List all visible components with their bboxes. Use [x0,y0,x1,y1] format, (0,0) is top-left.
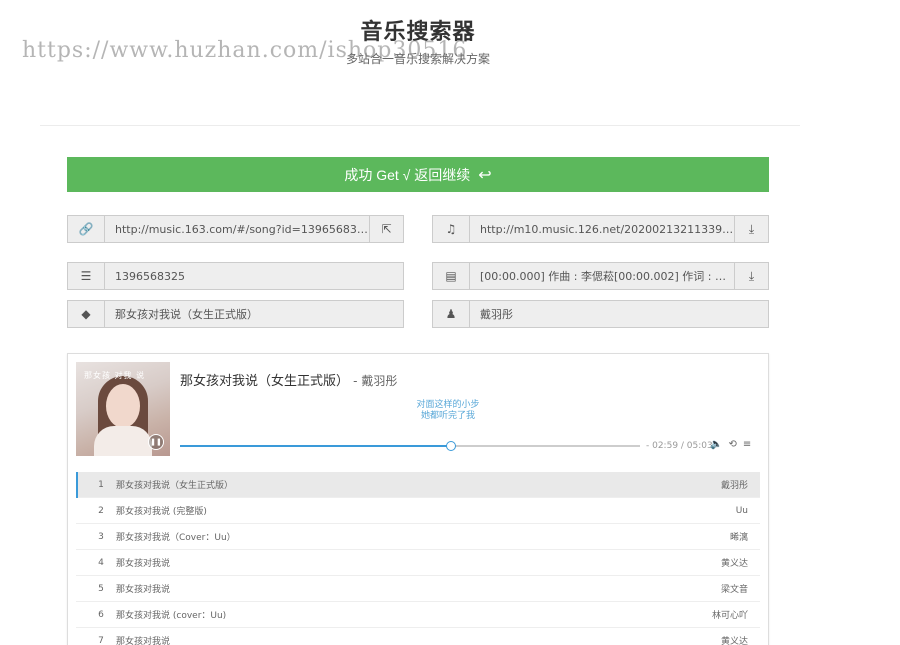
playlist-row[interactable]: 4 那女孩对我说 黄义达 [76,550,760,576]
playlist-row[interactable]: 7 那女孩对我说 黄义达 [76,628,760,645]
volume-icon[interactable]: 🔈 [710,439,722,450]
external-link-icon[interactable]: ⇱ [369,216,403,242]
menu-icon[interactable]: ≡ [743,439,751,450]
song-name-value: 那女孩对我说（女生正式版） [115,308,258,321]
row-index: 5 [98,583,104,594]
music-url-value: http://m10.music.126.net/20200213211339/… [480,222,734,236]
file-icon: ▤ [433,263,470,289]
song-name-input[interactable]: 那女孩对我说（女生正式版） [105,301,403,327]
music-player: 那女孩 对我 说 ❚❚ 那女孩对我说（女生正式版） - 戴羽彤 对面这样的小步 … [67,353,769,645]
row-song-name: 那女孩对我说（女生正式版） [116,481,234,491]
song-name-field: ◆ 那女孩对我说（女生正式版） [67,300,404,328]
lyrics-value: [00:00.000] 作曲 : 李偲菘[00:00.002] 作词 : 易家.… [480,270,734,283]
player-controls: 🔈 ⟲ ≡ [710,439,751,450]
song-id-input[interactable]: 1396568325 [105,263,403,289]
playlist-row[interactable]: 2 那女孩对我说 (完整版) Uu [76,498,760,524]
lyrics-display: 对面这样的小步 她都听完了我 [368,400,528,422]
list-icon: ☰ [68,263,105,289]
song-id-field: ☰ 1396568325 [67,262,404,290]
return-continue-button[interactable]: 成功 Get √ 返回继续 ↩ [67,157,769,192]
artist-value: 戴羽彤 [480,308,513,321]
pause-icon[interactable]: ❚❚ [148,434,164,450]
cover-face [106,384,140,428]
download-icon[interactable]: ⤓ [734,216,768,242]
row-index: 6 [98,609,104,620]
row-index: 1 [98,479,104,490]
row-song-name: 那女孩对我说 [116,585,171,595]
artist-field: ♟ 戴羽彤 [432,300,769,328]
lyrics-input[interactable]: [00:00.000] 作曲 : 李偲菘[00:00.002] 作词 : 易家.… [470,263,734,289]
row-song-name: 那女孩对我说 (完整版) [116,507,207,517]
row-artist: 晞漓 [729,533,748,543]
music-url-field: ♫ http://m10.music.126.net/2020021321133… [432,215,769,243]
row-index: 7 [98,635,104,645]
row-index: 2 [98,505,104,516]
lyric-line-1: 对面这样的小步 [416,400,480,410]
progress-knob[interactable] [446,441,457,451]
playlist-row[interactable]: 3 那女孩对我说（Cover：Uu） 晞漓 [76,524,760,550]
loop-icon[interactable]: ⟲ [728,439,736,450]
download-icon[interactable]: ⤓ [734,263,768,289]
music-url-input[interactable]: http://m10.music.126.net/20200213211339/… [470,216,734,242]
watermark: https://www.huzhan.com/ishop30516 [22,38,468,63]
row-artist: 黄义达 [720,559,748,569]
playlist: 1 那女孩对我说（女生正式版） 戴羽彤 2 那女孩对我说 (完整版) Uu 3 那女孩对我说（… [76,472,760,645]
return-continue-label: 成功 Get √ 返回继续 [344,166,471,183]
playlist-row[interactable]: 5 那女孩对我说 梁文音 [76,576,760,602]
row-artist: 林可心吖 [711,611,748,621]
reply-icon: ↩ [478,166,492,184]
song-link-value: http://music.163.com/#/song?id=139656832… [115,222,369,236]
track-artist: 戴羽彤 [361,374,398,388]
track-name: 那女孩对我说（女生正式版） [180,374,350,389]
divider [40,125,800,126]
row-song-name: 那女孩对我说 [116,559,171,569]
row-index: 3 [98,531,104,542]
user-icon: ♟ [433,301,470,327]
song-id-value: 1396568325 [115,269,185,283]
row-artist: Uu [735,505,748,516]
track-title: 那女孩对我说（女生正式版） - 戴羽彤 [180,374,398,389]
page: 音乐搜索器 多站合一音乐搜索解决方案 https://www.huzhan.co… [0,0,900,645]
song-link-field: 🔗 http://music.163.com/#/song?id=1396568… [67,215,404,243]
tag-icon: ◆ [68,301,105,327]
album-cover: 那女孩 对我 说 ❚❚ [76,362,170,456]
row-song-name: 那女孩对我说 [116,637,171,645]
row-artist: 黄义达 [720,637,748,645]
lyrics-field: ▤ [00:00.000] 作曲 : 李偲菘[00:00.002] 作词 : 易… [432,262,769,290]
cover-text: 那女孩 对我 说 [84,371,146,380]
playlist-row[interactable]: 1 那女孩对我说（女生正式版） 戴羽彤 [76,472,760,498]
lyric-line-2: 她都听完了我 [420,411,475,421]
row-song-name: 那女孩对我说 (cover：Uu) [116,611,227,621]
row-artist: 梁文音 [720,585,748,595]
row-artist: 戴羽彤 [720,481,748,491]
progress-fill [180,445,452,447]
time-display: - 02:59 / 05:03 [646,441,713,451]
playlist-row[interactable]: 6 那女孩对我说 (cover：Uu) 林可心吖 [76,602,760,628]
link-icon: 🔗 [68,216,105,242]
artist-input[interactable]: 戴羽彤 [470,301,768,327]
row-index: 4 [98,557,104,568]
music-icon: ♫ [433,216,470,242]
cover-body [94,426,152,456]
progress-bar[interactable] [180,441,640,451]
song-link-input[interactable]: http://music.163.com/#/song?id=139656832… [105,216,369,242]
row-song-name: 那女孩对我说（Cover：Uu） [116,533,236,543]
